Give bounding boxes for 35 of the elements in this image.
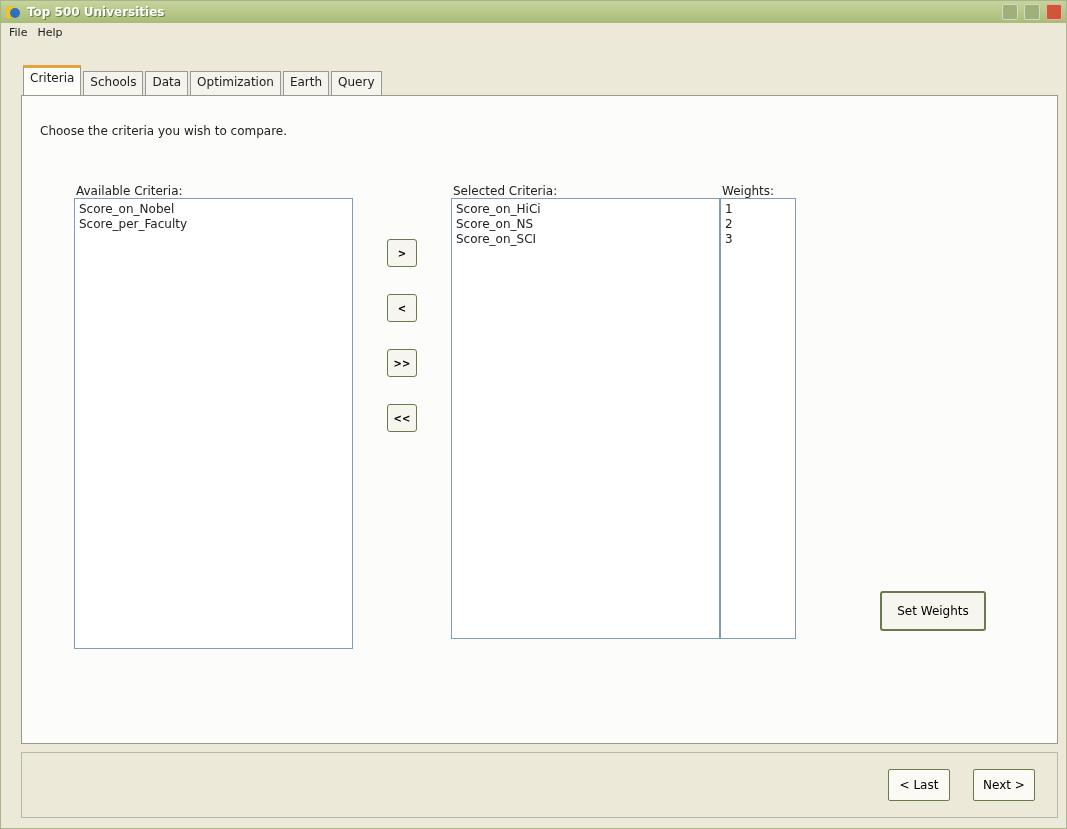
menu-item[interactable]: Help xyxy=(37,25,63,39)
list-item[interactable]: 1 xyxy=(725,202,791,217)
list-label: Available Criteria: xyxy=(75,184,184,198)
nav-button[interactable]: < Last xyxy=(888,769,950,801)
close-icon[interactable] xyxy=(1046,4,1062,20)
tab[interactable]: Criteria xyxy=(23,65,82,95)
set-weights-button[interactable]: Set Weights xyxy=(880,591,986,631)
list-item[interactable]: Score_on_SCI xyxy=(456,232,715,247)
minimize-icon[interactable] xyxy=(1002,4,1018,20)
move-button[interactable]: > xyxy=(387,239,417,267)
maximize-icon[interactable] xyxy=(1024,4,1040,20)
move-button[interactable]: < xyxy=(387,294,417,322)
menu-item[interactable]: File xyxy=(9,25,28,39)
list-item[interactable]: 2 xyxy=(725,217,791,232)
available-criteria-list[interactable]: Score_on_Nobel Score_per_Faculty xyxy=(74,198,353,649)
selected-criteria-list[interactable]: Score_on_HiCi Score_on_NS Score_on_SCI xyxy=(451,198,720,639)
tab[interactable]: Optimization xyxy=(190,71,281,95)
instruction-text: Choose the criteria you wish to compare. xyxy=(40,124,289,138)
tab[interactable]: Schools xyxy=(83,71,144,95)
list-label: Selected Criteria: xyxy=(452,184,559,198)
list-item[interactable]: 3 xyxy=(725,232,791,247)
move-button[interactable]: >> xyxy=(387,349,417,377)
tab[interactable]: Query xyxy=(331,71,382,95)
app-icon xyxy=(5,4,21,20)
tab[interactable]: Earth xyxy=(282,71,330,95)
window-title: Top 500 Universities xyxy=(27,5,166,19)
list-item[interactable]: Score_per_Faculty xyxy=(79,217,348,232)
move-button[interactable]: << xyxy=(387,404,417,432)
list-item[interactable]: Score_on_NS xyxy=(456,217,715,232)
list-label: Weights: xyxy=(721,184,776,198)
tab[interactable]: Data xyxy=(145,71,189,95)
list-item[interactable]: Score_on_Nobel xyxy=(79,202,348,217)
list-item[interactable]: Score_on_HiCi xyxy=(456,202,715,217)
weights-list[interactable]: 1 2 3 xyxy=(720,198,796,639)
nav-button[interactable]: Next > xyxy=(973,769,1035,801)
